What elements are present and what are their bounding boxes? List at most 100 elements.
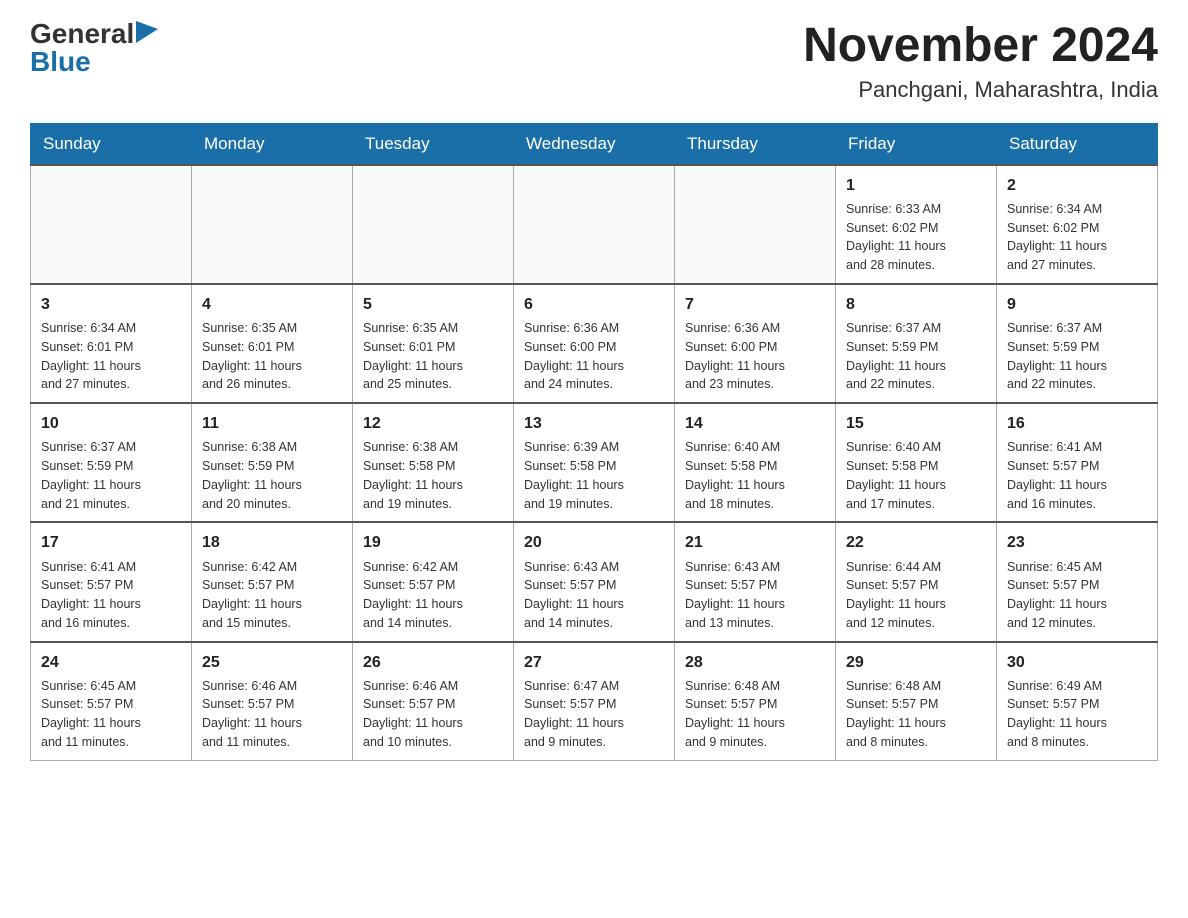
day-number: 1 <box>846 174 986 197</box>
day-info: Sunrise: 6:35 AM Sunset: 6:01 PM Dayligh… <box>363 319 503 394</box>
day-info: Sunrise: 6:36 AM Sunset: 6:00 PM Dayligh… <box>685 319 825 394</box>
calendar-cell: 16 Sunrise: 6:41 AM Sunset: 5:57 PM Dayli… <box>997 403 1158 522</box>
day-info: Sunrise: 6:43 AM Sunset: 5:57 PM Dayligh… <box>685 558 825 633</box>
day-info: Sunrise: 6:44 AM Sunset: 5:57 PM Dayligh… <box>846 558 986 633</box>
calendar-cell: 13 Sunrise: 6:39 AM Sunset: 5:58 PM Dayli… <box>514 403 675 522</box>
calendar-cell: 30 Sunrise: 6:49 AM Sunset: 5:57 PM Dayli… <box>997 642 1158 761</box>
day-info: Sunrise: 6:45 AM Sunset: 5:57 PM Dayligh… <box>41 677 181 752</box>
calendar-cell: 15 Sunrise: 6:40 AM Sunset: 5:58 PM Dayli… <box>836 403 997 522</box>
logo: General Blue <box>30 20 158 76</box>
calendar-day-header: Friday <box>836 123 997 165</box>
calendar-cell: 9 Sunrise: 6:37 AM Sunset: 5:59 PM Daylig… <box>997 284 1158 403</box>
day-number: 10 <box>41 412 181 435</box>
day-info: Sunrise: 6:48 AM Sunset: 5:57 PM Dayligh… <box>846 677 986 752</box>
day-number: 4 <box>202 293 342 316</box>
calendar-day-header: Saturday <box>997 123 1158 165</box>
day-number: 8 <box>846 293 986 316</box>
calendar-cell: 14Sunrise: 6:40 AM Sunset: 5:58 PM Dayli… <box>675 403 836 522</box>
day-info: Sunrise: 6:42 AM Sunset: 5:57 PM Dayligh… <box>202 558 342 633</box>
day-number: 6 <box>524 293 664 316</box>
day-number: 21 <box>685 531 825 554</box>
week-row: 3Sunrise: 6:34 AM Sunset: 6:01 PM Daylig… <box>31 284 1158 403</box>
day-number: 15 <box>846 412 986 435</box>
calendar-day-header: Tuesday <box>353 123 514 165</box>
week-row: 24 Sunrise: 6:45 AM Sunset: 5:57 PM Dayli… <box>31 642 1158 761</box>
calendar-cell: 12 Sunrise: 6:38 AM Sunset: 5:58 PM Dayli… <box>353 403 514 522</box>
calendar-cell: 2 Sunrise: 6:34 AM Sunset: 6:02 PM Daylig… <box>997 165 1158 284</box>
day-info: Sunrise: 6:42 AM Sunset: 5:57 PM Dayligh… <box>363 558 503 633</box>
day-info: Sunrise: 6:39 AM Sunset: 5:58 PM Dayligh… <box>524 438 664 513</box>
calendar-cell: 25Sunrise: 6:46 AM Sunset: 5:57 PM Dayli… <box>192 642 353 761</box>
day-number: 11 <box>202 412 342 435</box>
day-number: 14 <box>685 412 825 435</box>
calendar-cell: 26Sunrise: 6:46 AM Sunset: 5:57 PM Dayli… <box>353 642 514 761</box>
calendar-cell <box>514 165 675 284</box>
day-info: Sunrise: 6:35 AM Sunset: 6:01 PM Dayligh… <box>202 319 342 394</box>
calendar-cell: 21 Sunrise: 6:43 AM Sunset: 5:57 PM Dayli… <box>675 522 836 641</box>
calendar-cell: 24 Sunrise: 6:45 AM Sunset: 5:57 PM Dayli… <box>31 642 192 761</box>
calendar-cell: 1 Sunrise: 6:33 AM Sunset: 6:02 PM Daylig… <box>836 165 997 284</box>
logo-general-text: General <box>30 20 134 48</box>
calendar-cell: 5 Sunrise: 6:35 AM Sunset: 6:01 PM Daylig… <box>353 284 514 403</box>
day-info: Sunrise: 6:48 AM Sunset: 5:57 PM Dayligh… <box>685 677 825 752</box>
calendar-cell: 20 Sunrise: 6:43 AM Sunset: 5:57 PM Dayli… <box>514 522 675 641</box>
week-row: 10 Sunrise: 6:37 AM Sunset: 5:59 PM Dayli… <box>31 403 1158 522</box>
day-info: Sunrise: 6:34 AM Sunset: 6:02 PM Dayligh… <box>1007 200 1147 275</box>
day-info: Sunrise: 6:47 AM Sunset: 5:57 PM Dayligh… <box>524 677 664 752</box>
day-info: Sunrise: 6:41 AM Sunset: 5:57 PM Dayligh… <box>1007 438 1147 513</box>
calendar-cell: 23Sunrise: 6:45 AM Sunset: 5:57 PM Dayli… <box>997 522 1158 641</box>
calendar-day-header: Thursday <box>675 123 836 165</box>
page-header: General Blue November 2024 Panchgani, Ma… <box>30 20 1158 103</box>
logo-blue-text: Blue <box>30 48 91 76</box>
day-number: 12 <box>363 412 503 435</box>
calendar-cell: 22Sunrise: 6:44 AM Sunset: 5:57 PM Dayli… <box>836 522 997 641</box>
day-info: Sunrise: 6:37 AM Sunset: 5:59 PM Dayligh… <box>846 319 986 394</box>
day-info: Sunrise: 6:40 AM Sunset: 5:58 PM Dayligh… <box>846 438 986 513</box>
logo-triangle-icon <box>136 21 158 43</box>
calendar-cell: 8 Sunrise: 6:37 AM Sunset: 5:59 PM Daylig… <box>836 284 997 403</box>
day-number: 26 <box>363 651 503 674</box>
calendar-cell: 27Sunrise: 6:47 AM Sunset: 5:57 PM Dayli… <box>514 642 675 761</box>
day-info: Sunrise: 6:43 AM Sunset: 5:57 PM Dayligh… <box>524 558 664 633</box>
day-info: Sunrise: 6:33 AM Sunset: 6:02 PM Dayligh… <box>846 200 986 275</box>
day-number: 19 <box>363 531 503 554</box>
week-row: 17 Sunrise: 6:41 AM Sunset: 5:57 PM Dayli… <box>31 522 1158 641</box>
calendar-cell: 28 Sunrise: 6:48 AM Sunset: 5:57 PM Dayli… <box>675 642 836 761</box>
day-info: Sunrise: 6:38 AM Sunset: 5:59 PM Dayligh… <box>202 438 342 513</box>
day-number: 5 <box>363 293 503 316</box>
calendar-cell: 17 Sunrise: 6:41 AM Sunset: 5:57 PM Dayli… <box>31 522 192 641</box>
calendar-cell: 6 Sunrise: 6:36 AM Sunset: 6:00 PM Daylig… <box>514 284 675 403</box>
day-info: Sunrise: 6:38 AM Sunset: 5:58 PM Dayligh… <box>363 438 503 513</box>
calendar-cell <box>192 165 353 284</box>
calendar-table: SundayMondayTuesdayWednesdayThursdayFrid… <box>30 123 1158 761</box>
calendar-cell: 11 Sunrise: 6:38 AM Sunset: 5:59 PM Dayli… <box>192 403 353 522</box>
day-number: 28 <box>685 651 825 674</box>
calendar-cell: 19 Sunrise: 6:42 AM Sunset: 5:57 PM Dayli… <box>353 522 514 641</box>
calendar-cell: 10 Sunrise: 6:37 AM Sunset: 5:59 PM Dayli… <box>31 403 192 522</box>
calendar-cell <box>675 165 836 284</box>
calendar-cell <box>31 165 192 284</box>
day-info: Sunrise: 6:49 AM Sunset: 5:57 PM Dayligh… <box>1007 677 1147 752</box>
day-info: Sunrise: 6:45 AM Sunset: 5:57 PM Dayligh… <box>1007 558 1147 633</box>
day-number: 24 <box>41 651 181 674</box>
day-info: Sunrise: 6:41 AM Sunset: 5:57 PM Dayligh… <box>41 558 181 633</box>
day-number: 16 <box>1007 412 1147 435</box>
day-info: Sunrise: 6:37 AM Sunset: 5:59 PM Dayligh… <box>41 438 181 513</box>
day-number: 17 <box>41 531 181 554</box>
calendar-cell: 7 Sunrise: 6:36 AM Sunset: 6:00 PM Daylig… <box>675 284 836 403</box>
day-number: 29 <box>846 651 986 674</box>
day-number: 30 <box>1007 651 1147 674</box>
day-info: Sunrise: 6:37 AM Sunset: 5:59 PM Dayligh… <box>1007 319 1147 394</box>
day-number: 9 <box>1007 293 1147 316</box>
day-number: 2 <box>1007 174 1147 197</box>
calendar-cell: 18 Sunrise: 6:42 AM Sunset: 5:57 PM Dayli… <box>192 522 353 641</box>
day-number: 20 <box>524 531 664 554</box>
calendar-day-header: Monday <box>192 123 353 165</box>
day-number: 18 <box>202 531 342 554</box>
day-number: 7 <box>685 293 825 316</box>
calendar-cell: 29 Sunrise: 6:48 AM Sunset: 5:57 PM Dayli… <box>836 642 997 761</box>
calendar-day-header: Sunday <box>31 123 192 165</box>
day-info: Sunrise: 6:36 AM Sunset: 6:00 PM Dayligh… <box>524 319 664 394</box>
day-number: 13 <box>524 412 664 435</box>
day-number: 3 <box>41 293 181 316</box>
